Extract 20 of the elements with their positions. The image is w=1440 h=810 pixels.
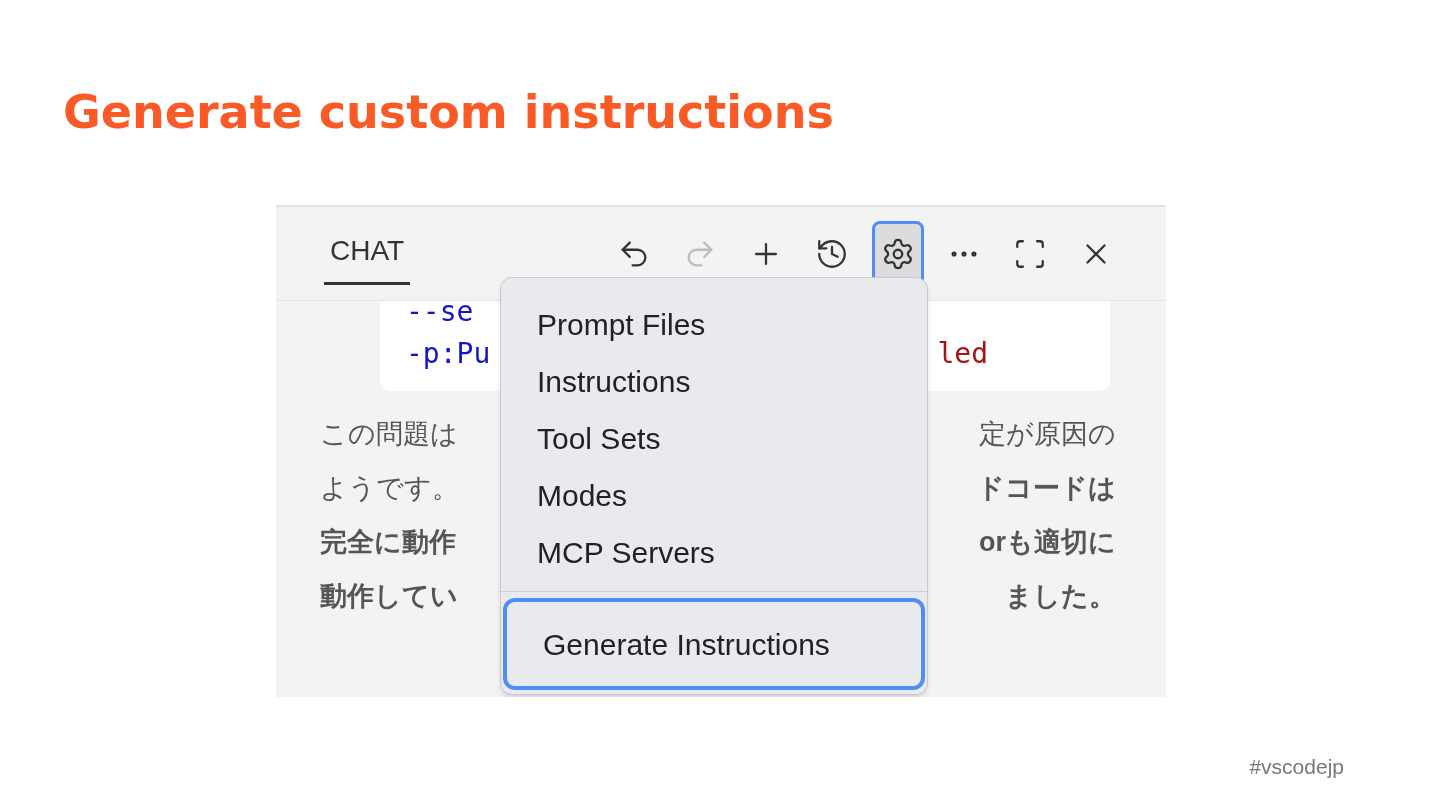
chat-text: ドコードは bbox=[977, 471, 1116, 505]
menu-item[interactable]: Modes bbox=[501, 467, 927, 524]
slide-title: Generate custom instructions bbox=[63, 84, 834, 141]
chat-text: 完全に動作 bbox=[320, 525, 456, 559]
chat-text: 動作してい bbox=[320, 579, 458, 613]
menu-item[interactable]: Generate Instructions bbox=[503, 598, 925, 690]
chat-text: この問題は bbox=[320, 417, 458, 451]
chat-text: ました。 bbox=[1005, 579, 1116, 613]
code-text: led bbox=[937, 336, 988, 372]
menu-item[interactable]: Instructions bbox=[501, 353, 927, 410]
menu-item[interactable]: MCP Servers bbox=[501, 524, 927, 581]
chat-text: 定が原因の bbox=[979, 417, 1116, 451]
chat-text: orも適切に bbox=[979, 525, 1116, 559]
chat-text: ようです。 bbox=[320, 471, 459, 505]
code-text: --se bbox=[406, 294, 474, 330]
slide-footer: #vscodejp bbox=[1249, 754, 1344, 778]
chat-tab[interactable]: CHAT bbox=[324, 222, 411, 285]
menu-item[interactable]: Prompt Files bbox=[501, 296, 927, 353]
menu-item[interactable]: Tool Sets bbox=[501, 410, 927, 467]
code-text: -p:Pu bbox=[406, 336, 491, 372]
